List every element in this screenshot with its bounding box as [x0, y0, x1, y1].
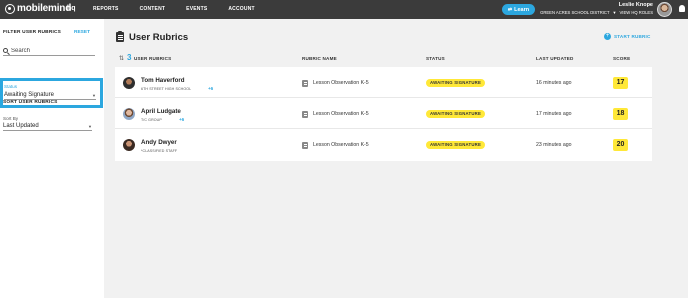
- learn-label: Learn: [514, 6, 530, 13]
- result-count: 3: [127, 53, 132, 62]
- status-value: Awaiting Signature: [4, 92, 54, 98]
- avatar: [123, 139, 135, 151]
- last-updated: 23 minutes ago: [536, 142, 572, 148]
- status-badge: AWAITING SIGNATURE: [426, 110, 486, 118]
- rubric-name: Lesson Observation K-5: [313, 80, 369, 86]
- col-user-rubrics: USER RUBRICS: [134, 56, 172, 61]
- search-input[interactable]: [11, 47, 91, 54]
- score-badge: 18: [613, 108, 628, 120]
- rubric-icon: [302, 111, 308, 118]
- user-name: April Ludgate: [141, 108, 181, 115]
- mobilemind-logo[interactable]: mobilemind: [5, 3, 71, 14]
- status-select[interactable]: Awaiting Signature ▼: [4, 91, 96, 100]
- more-groups-link[interactable]: +6: [179, 117, 184, 122]
- last-updated: 16 minutes ago: [536, 80, 572, 86]
- nav-account[interactable]: ACCOUNT: [228, 6, 254, 12]
- rubric-icon: [302, 80, 308, 87]
- rubric-icon: [302, 142, 308, 149]
- sort-select[interactable]: Last Updated ▼: [3, 122, 92, 131]
- table-row[interactable]: Andy Dwyer *CLASSIFIED STAFF Lesson Obse…: [115, 129, 652, 160]
- status-badge: AWAITING SIGNATURE: [426, 79, 486, 87]
- search-icon: [3, 48, 8, 53]
- avatar: [123, 77, 135, 89]
- chevron-down-icon: ▼: [88, 123, 92, 129]
- sort-value: Last Updated: [3, 123, 39, 129]
- rubrics-table: Tom Haverford 6TH STREET HIGH SCHOOL +6 …: [115, 67, 652, 161]
- col-score: SCORE: [613, 56, 631, 61]
- sort-icon[interactable]: ⇅: [119, 55, 124, 62]
- logo-icon: [5, 3, 15, 14]
- last-updated: 17 minutes ago: [536, 111, 572, 117]
- table-header: ⇅ 3 USER RUBRICS RUBRIC NAME STATUS LAST…: [115, 53, 652, 66]
- clipboard-icon: [116, 31, 124, 42]
- status-label: Status: [4, 84, 18, 89]
- product-name: hq: [67, 5, 76, 12]
- table-row[interactable]: Tom Haverford 6TH STREET HIGH SCHOOL +6 …: [115, 67, 652, 98]
- sort-title: SORT USER RUBRICS: [3, 100, 58, 105]
- col-last-updated: LAST UPDATED: [536, 56, 574, 61]
- score-badge: 20: [613, 139, 628, 151]
- main-content: User Rubrics + START RUBRIC ⇅ 3 USER RUB…: [104, 19, 688, 298]
- nav-reports[interactable]: REPORTS: [93, 6, 119, 12]
- search-field[interactable]: [3, 46, 95, 56]
- learn-button[interactable]: ⇄ Learn: [502, 4, 535, 15]
- score-badge: 17: [613, 77, 628, 89]
- logo-text: mobilemind: [17, 3, 72, 14]
- user-name: Leslie Knope: [618, 2, 653, 8]
- col-rubric-name: RUBRIC NAME: [302, 56, 337, 61]
- plus-icon: +: [604, 33, 611, 40]
- user-school: 6TH STREET HIGH SCHOOL: [141, 87, 192, 91]
- main-nav: REPORTS CONTENT EVENTS ACCOUNT: [93, 6, 276, 12]
- reset-button[interactable]: RESET: [74, 30, 90, 35]
- user-school: *CLASSIFIED STAFF: [141, 149, 178, 153]
- district-selector[interactable]: GREEN ACRES SCHOOL DISTRICT ▼ VIEW HQ ROLE…: [540, 10, 653, 15]
- user-school: T/C GROUP: [141, 118, 162, 122]
- user-name: Andy Dwyer: [141, 139, 177, 146]
- user-info: Leslie Knope GREEN ACRES SCHOOL DISTRICT…: [540, 2, 653, 15]
- top-nav-bar: mobilemind hq REPORTS CONTENT EVENTS ACC…: [0, 0, 688, 19]
- more-groups-link[interactable]: +6: [208, 86, 213, 91]
- avatar: [123, 108, 135, 120]
- district-name: GREEN ACRES SCHOOL DISTRICT: [540, 10, 610, 15]
- shuffle-icon: ⇄: [507, 6, 513, 13]
- sort-label: Sort By: [3, 116, 19, 121]
- page-title: User Rubrics: [129, 32, 189, 43]
- user-name: Tom Haverford: [141, 77, 185, 84]
- start-rubric-label: START RUBRIC: [614, 34, 651, 39]
- col-status: STATUS: [426, 56, 445, 61]
- filter-title: FILTER USER RUBRICS: [3, 30, 62, 35]
- user-avatar[interactable]: [657, 2, 672, 17]
- nav-events[interactable]: EVENTS: [186, 6, 207, 12]
- chevron-down-icon: ▼: [92, 92, 96, 98]
- notification-bell-icon[interactable]: [679, 5, 685, 12]
- view-roles-link[interactable]: VIEW HQ ROLES: [619, 10, 653, 15]
- rubric-name: Lesson Observation K-5: [313, 142, 369, 148]
- table-row[interactable]: April Ludgate T/C GROUP +6 Lesson Observ…: [115, 98, 652, 129]
- rubric-name: Lesson Observation K-5: [313, 111, 369, 117]
- status-badge: AWAITING SIGNATURE: [426, 141, 486, 149]
- start-rubric-button[interactable]: + START RUBRIC: [604, 33, 651, 40]
- filter-sidebar: FILTER USER RUBRICS RESET Status Awaitin…: [0, 19, 104, 298]
- nav-content[interactable]: CONTENT: [140, 6, 166, 12]
- chevron-down-icon: ▼: [612, 10, 617, 15]
